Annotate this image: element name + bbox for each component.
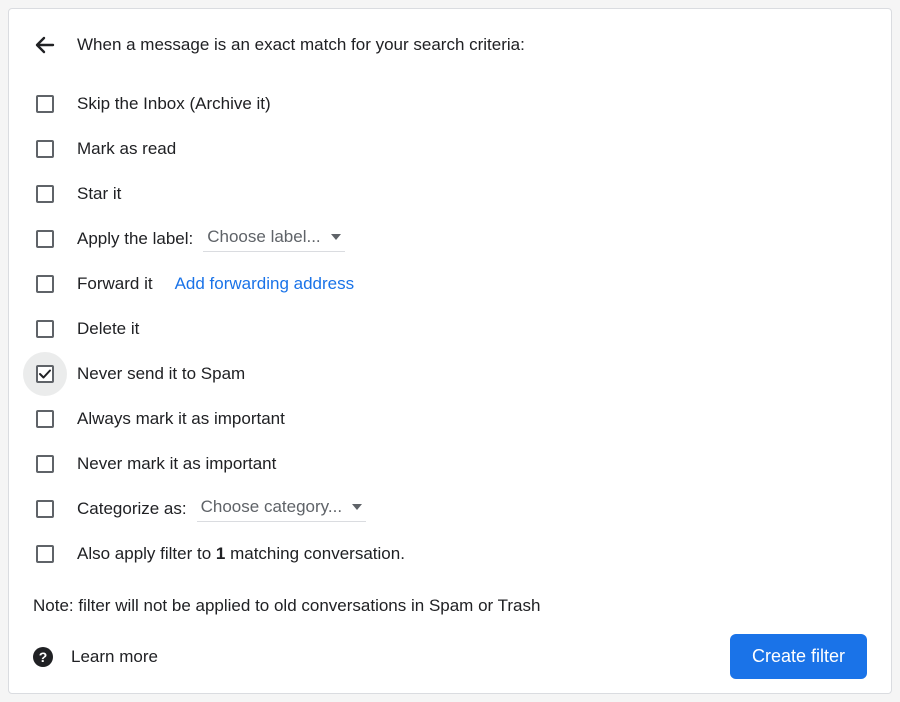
dialog-title: When a message is an exact match for you… <box>77 35 525 55</box>
checkbox-wrap[interactable] <box>23 127 67 171</box>
option-label: Also apply filter to 1 matching conversa… <box>77 544 405 564</box>
checkbox-wrap[interactable] <box>23 307 67 351</box>
checkbox-wrap[interactable] <box>23 352 67 396</box>
select-value: Choose label... <box>207 227 320 247</box>
option-label: Always mark it as important <box>77 409 285 429</box>
option-apply-label[interactable]: Apply the label: Choose label... <box>33 216 867 261</box>
options-list: Skip the Inbox (Archive it) Mark as read… <box>33 81 867 576</box>
option-label: Skip the Inbox (Archive it) <box>77 94 271 114</box>
option-label: Never send it to Spam <box>77 364 245 384</box>
checkbox-wrap[interactable] <box>23 82 67 126</box>
note-text: Note: filter will not be applied to old … <box>33 596 867 616</box>
dialog-header: When a message is an exact match for you… <box>33 33 867 57</box>
option-categorize-as[interactable]: Categorize as: Choose category... <box>33 486 867 531</box>
option-label: Apply the label: <box>77 229 193 249</box>
also-apply-prefix: Also apply filter to <box>77 544 216 563</box>
chevron-down-icon <box>352 504 362 510</box>
option-skip-inbox[interactable]: Skip the Inbox (Archive it) <box>33 81 867 126</box>
checkbox-wrap[interactable] <box>23 487 67 531</box>
checkbox-icon <box>36 545 54 563</box>
checkbox-checked-icon <box>36 365 54 383</box>
select-value: Choose category... <box>201 497 342 517</box>
option-mark-read[interactable]: Mark as read <box>33 126 867 171</box>
create-filter-button[interactable]: Create filter <box>730 634 867 679</box>
checkbox-wrap[interactable] <box>23 397 67 441</box>
checkbox-icon <box>36 95 54 113</box>
learn-more-link[interactable]: Learn more <box>71 647 158 667</box>
checkbox-icon <box>36 410 54 428</box>
checkbox-wrap[interactable] <box>23 442 67 486</box>
checkbox-wrap[interactable] <box>23 172 67 216</box>
option-label: Never mark it as important <box>77 454 276 474</box>
option-always-important[interactable]: Always mark it as important <box>33 396 867 441</box>
dialog-footer: ? Learn more Create filter <box>33 634 867 679</box>
filter-actions-dialog: When a message is an exact match for you… <box>8 8 892 694</box>
checkbox-icon <box>36 185 54 203</box>
footer-left: ? Learn more <box>33 647 158 667</box>
back-arrow-icon[interactable] <box>33 33 57 57</box>
option-never-spam[interactable]: Never send it to Spam <box>33 351 867 396</box>
checkbox-icon <box>36 230 54 248</box>
chevron-down-icon <box>331 234 341 240</box>
option-never-important[interactable]: Never mark it as important <box>33 441 867 486</box>
option-star-it[interactable]: Star it <box>33 171 867 216</box>
checkbox-wrap[interactable] <box>23 262 67 306</box>
option-label: Mark as read <box>77 139 176 159</box>
checkbox-wrap[interactable] <box>23 532 67 576</box>
option-label: Forward it <box>77 274 153 294</box>
option-delete-it[interactable]: Delete it <box>33 306 867 351</box>
option-also-apply[interactable]: Also apply filter to 1 matching conversa… <box>33 531 867 576</box>
checkbox-icon <box>36 320 54 338</box>
add-forwarding-link[interactable]: Add forwarding address <box>175 274 355 294</box>
category-select[interactable]: Choose category... <box>197 495 366 522</box>
help-icon[interactable]: ? <box>33 647 53 667</box>
checkbox-icon <box>36 500 54 518</box>
option-label: Star it <box>77 184 121 204</box>
option-label: Categorize as: <box>77 499 187 519</box>
checkbox-icon <box>36 140 54 158</box>
also-apply-count: 1 <box>216 544 225 563</box>
label-select[interactable]: Choose label... <box>203 225 344 252</box>
also-apply-suffix: matching conversation. <box>225 544 405 563</box>
checkbox-wrap[interactable] <box>23 217 67 261</box>
checkbox-icon <box>36 455 54 473</box>
checkbox-icon <box>36 275 54 293</box>
option-forward-it[interactable]: Forward it Add forwarding address <box>33 261 867 306</box>
option-label: Delete it <box>77 319 139 339</box>
